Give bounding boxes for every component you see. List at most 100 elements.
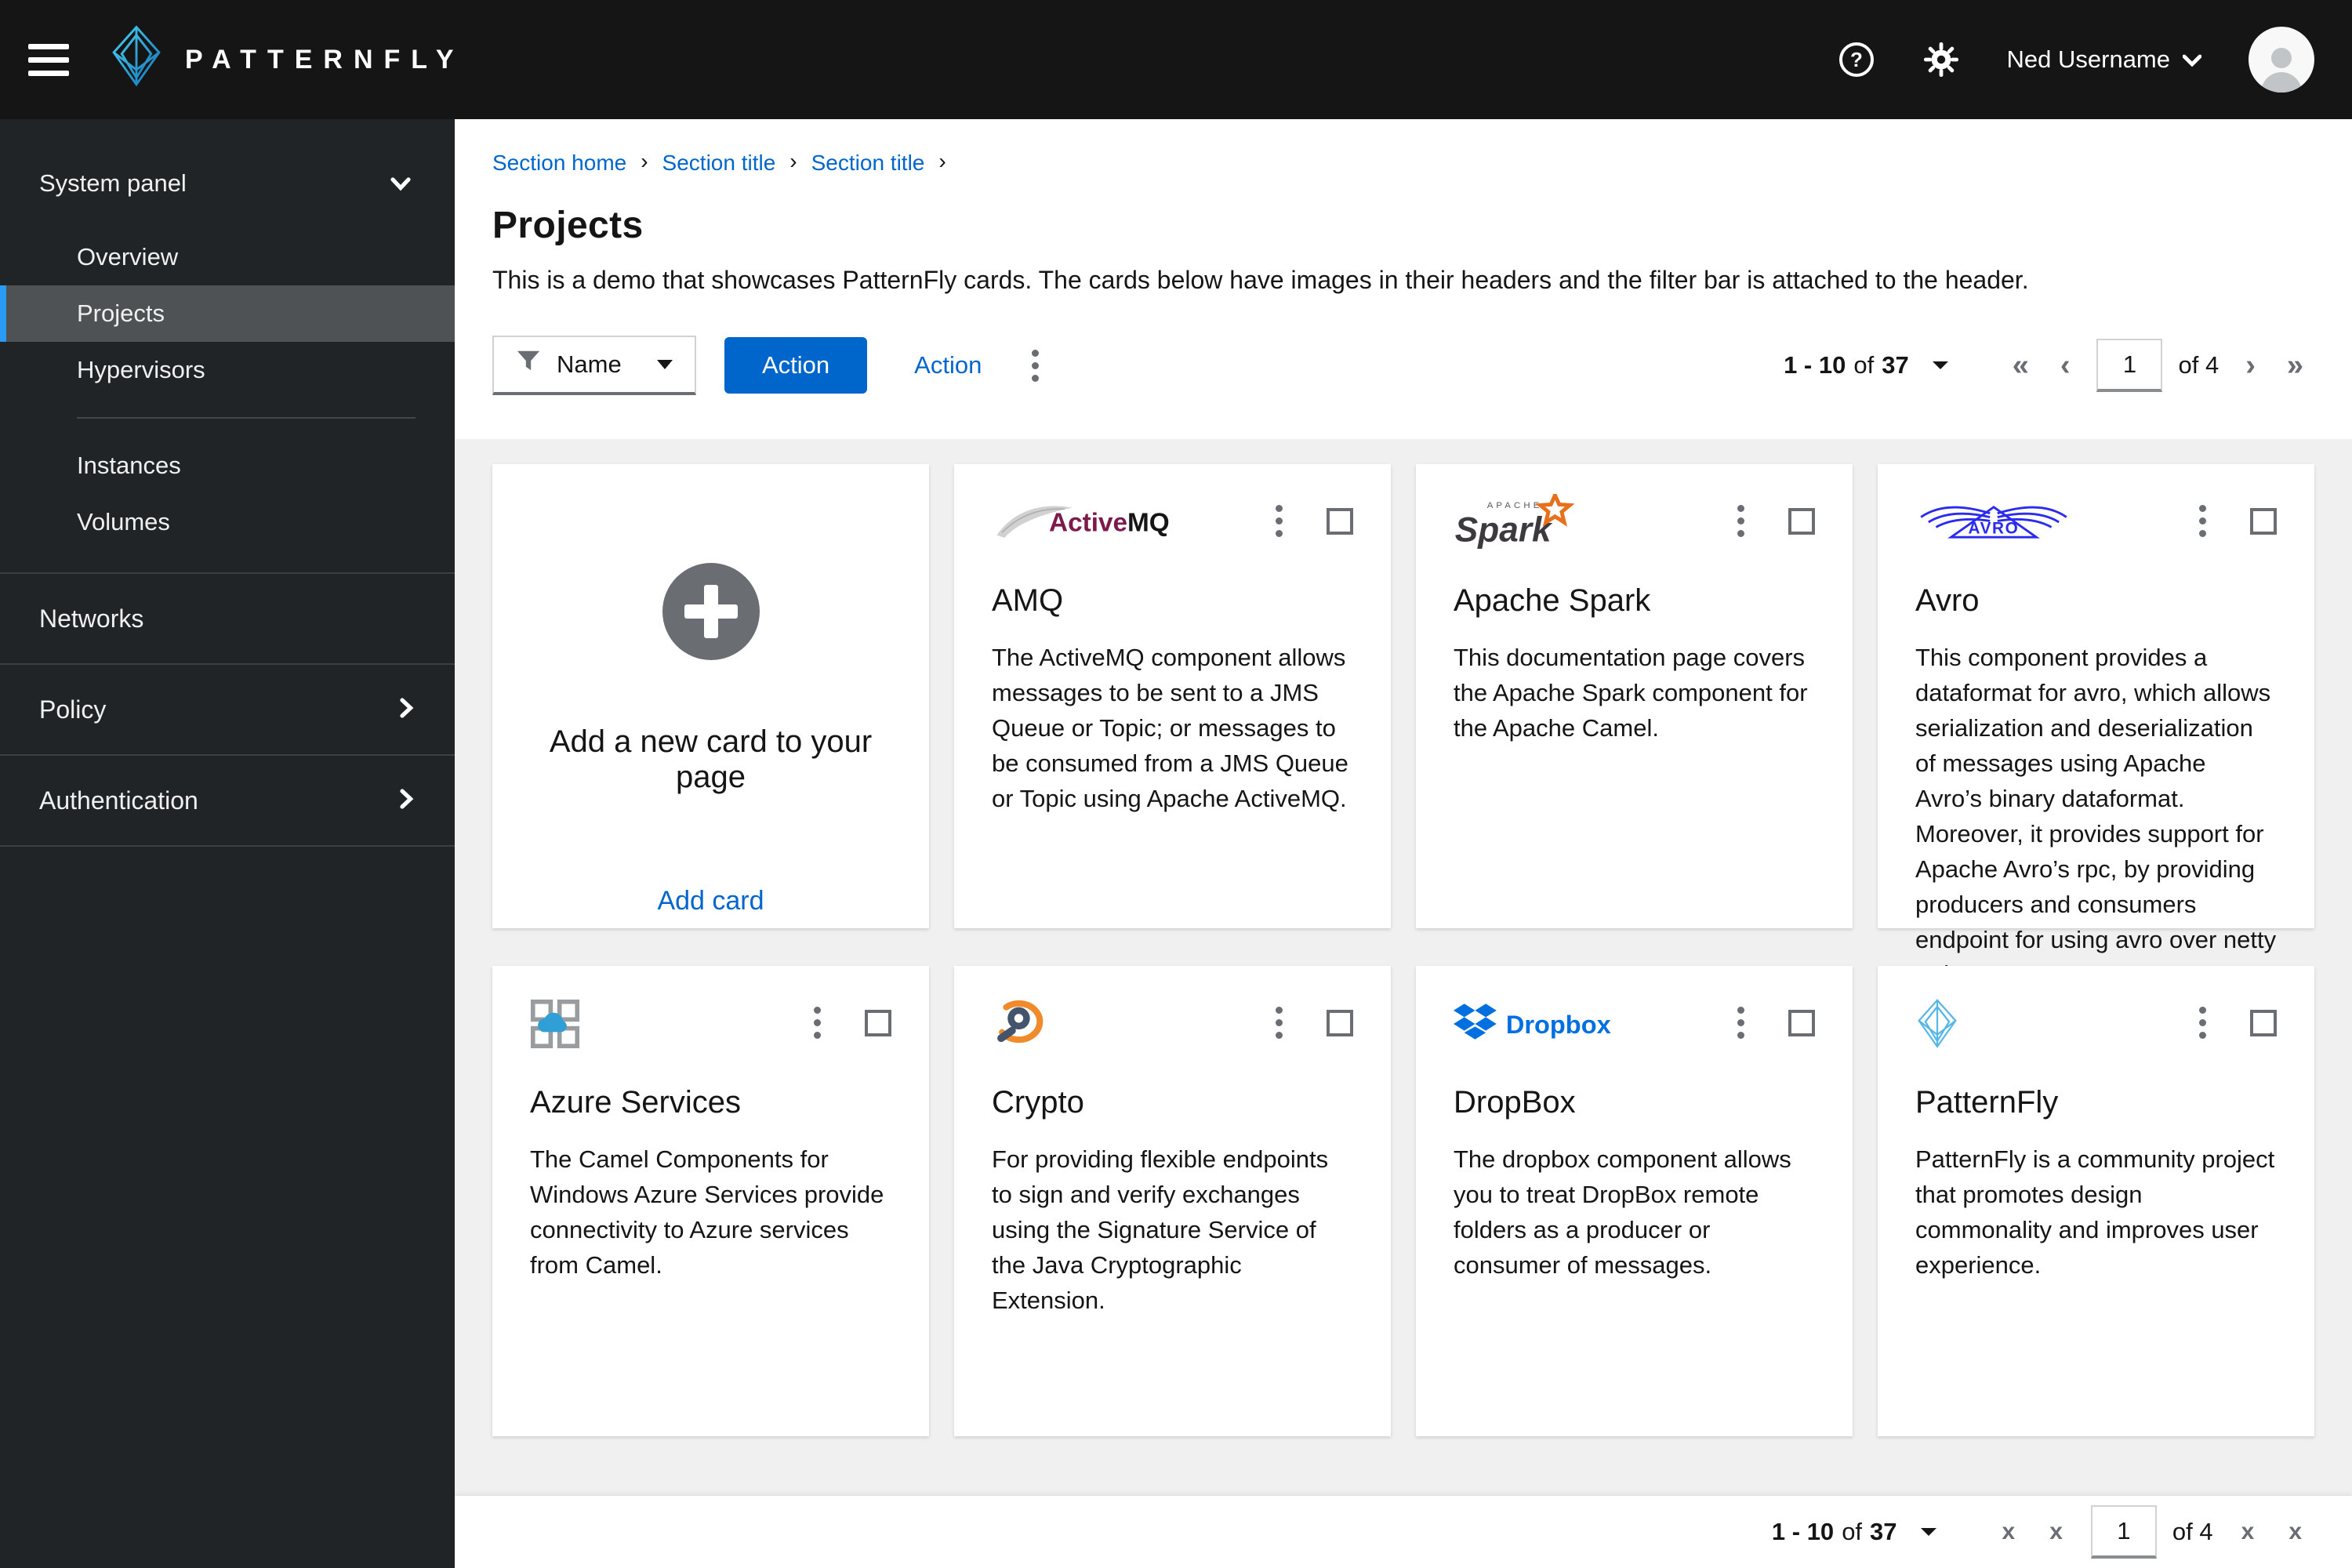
sidebar-item-policy[interactable]: Policy xyxy=(0,665,455,756)
svg-text:Dropbox: Dropbox xyxy=(1506,1011,1611,1039)
settings-gear-icon[interactable] xyxy=(1922,41,1960,78)
pagination-nav: x x of 4 x x xyxy=(1990,1505,2314,1559)
card-description: This component provides a dataformat for… xyxy=(1915,644,2277,988)
chevron-right-icon xyxy=(400,786,414,815)
action-link-button[interactable]: Action xyxy=(914,351,982,379)
sidebar-item-projects[interactable]: Projects xyxy=(0,285,455,342)
sidebar-item-label: Instances xyxy=(77,452,181,479)
funnel-icon xyxy=(516,350,541,379)
sidebar-subnav: Instances Volumes xyxy=(0,437,455,550)
card-kebab-menu-icon[interactable] xyxy=(804,997,830,1048)
plus-circle-icon[interactable] xyxy=(661,561,761,668)
current-page-input[interactable] xyxy=(2096,339,2163,392)
project-card-azure-services: Azure Services The Camel Components for … xyxy=(492,966,929,1436)
help-question-circle-icon[interactable]: ? xyxy=(1838,41,1875,78)
pagination-bottom: 1 - 10 of 37 x x of 4 x x xyxy=(1772,1505,2314,1559)
page-header: Section home › Section title › Section t… xyxy=(455,119,2352,295)
patternfly-card-logo xyxy=(1915,997,1959,1051)
total-pages-label: of 4 xyxy=(2172,1518,2213,1545)
svg-text:?: ? xyxy=(1850,48,1863,71)
last-page-button[interactable]: » xyxy=(2276,347,2314,383)
dropbox-logo: Dropbox xyxy=(1454,997,1642,1051)
sidebar-section-system-panel[interactable]: System panel xyxy=(0,154,455,213)
card-title: Avro xyxy=(1915,583,1980,618)
project-card-crypto: Crypto For providing flexible endpoints … xyxy=(954,966,1391,1436)
sidebar-item-networks[interactable]: Networks xyxy=(0,574,455,665)
add-card-title: Add a new card to your page xyxy=(549,724,873,794)
card-title: DropBox xyxy=(1454,1085,1576,1120)
toolbar: Name Action Action 1 - 10 of 37 « ‹ 1 of… xyxy=(455,295,2352,439)
sidebar-item-authentication[interactable]: Authentication xyxy=(0,756,455,847)
pagination-bottom-bar: 1 - 10 of 37 x x of 4 x x xyxy=(455,1496,2352,1568)
sidebar-item-hypervisors[interactable]: Hypervisors xyxy=(0,342,455,398)
pagination-range: 1 - 10 xyxy=(1771,1518,1835,1545)
breadcrumb: Section home › Section title › Section t… xyxy=(492,149,2314,176)
pagination-summary-dropdown[interactable]: 1 - 10 of 37 xyxy=(1784,351,1948,379)
last-page-button-broken-icon[interactable]: x xyxy=(2276,1515,2314,1548)
card-checkbox[interactable] xyxy=(865,1009,891,1036)
filter-name-select[interactable]: Name xyxy=(492,336,696,395)
sidebar-item-label: Volumes xyxy=(77,508,170,535)
sidebar-item-instances[interactable]: Instances xyxy=(0,437,455,494)
card-title: PatternFly xyxy=(1915,1085,2059,1120)
card-checkbox[interactable] xyxy=(2250,1009,2277,1036)
breadcrumb-link[interactable]: Section home xyxy=(492,151,626,176)
previous-page-button[interactable]: ‹ xyxy=(2049,347,2082,383)
page-title: Projects xyxy=(492,205,644,246)
sidebar-item-overview[interactable]: Overview xyxy=(0,229,455,285)
svg-text:AVRO: AVRO xyxy=(1969,519,2020,537)
sidebar-item-volumes[interactable]: Volumes xyxy=(0,494,455,550)
user-menu-dropdown[interactable]: Ned Username xyxy=(2006,45,2202,74)
current-page-input[interactable] xyxy=(2090,1505,2157,1559)
avro-logo: AVRO xyxy=(1915,495,2072,549)
breadcrumb-separator-icon: › xyxy=(938,149,946,173)
pagination-nav: « ‹ of 4 › » xyxy=(2002,339,2314,392)
pagination-top: 1 - 10 of 37 « ‹ of 4 › » xyxy=(1784,339,2314,392)
card-kebab-menu-icon[interactable] xyxy=(2190,997,2216,1048)
first-page-button-broken-icon[interactable]: x xyxy=(1990,1515,2028,1548)
card-checkbox[interactable] xyxy=(1327,507,1353,535)
chevron-down-icon xyxy=(390,169,411,198)
breadcrumb-separator-icon: › xyxy=(789,149,797,173)
card-checkbox[interactable] xyxy=(1327,1009,1353,1036)
pagination-of-label: of xyxy=(1853,351,1875,379)
caret-down-icon xyxy=(1920,1528,1936,1536)
breadcrumb-link[interactable]: Section title xyxy=(662,151,776,176)
project-card-patternfly: PatternFly PatternFly is a community pro… xyxy=(1878,966,2314,1436)
card-checkbox[interactable] xyxy=(1788,507,1815,535)
sidebar-item-label: Policy xyxy=(39,695,107,724)
add-card-link[interactable]: Add card xyxy=(657,886,764,916)
user-avatar[interactable] xyxy=(2249,27,2314,93)
pagination-summary-dropdown[interactable]: 1 - 10 of 37 xyxy=(1772,1518,1936,1546)
next-page-button-broken-icon[interactable]: x xyxy=(2229,1515,2267,1548)
sidebar-item-label: Authentication xyxy=(39,786,198,815)
nav-toggle-hamburger-icon[interactable] xyxy=(28,43,69,76)
svg-text:Spark: Spark xyxy=(1455,511,1553,550)
patternfly-diamond-logo-icon xyxy=(110,24,163,96)
card-title: Crypto xyxy=(992,1085,1084,1120)
toolbar-kebab-menu-icon[interactable] xyxy=(1022,340,1048,391)
brand-name: PATTERNFLY xyxy=(185,44,465,74)
previous-page-button-broken-icon[interactable]: x xyxy=(2037,1515,2075,1548)
sidebar-item-label: Overview xyxy=(77,243,179,270)
card-kebab-menu-icon[interactable] xyxy=(1266,997,1292,1048)
project-card-avro: AVRO Avro This component provides a data… xyxy=(1878,464,2314,988)
card-kebab-menu-icon[interactable] xyxy=(1266,495,1292,546)
card-checkbox[interactable] xyxy=(2250,507,2277,535)
next-page-button[interactable]: › xyxy=(2234,347,2267,383)
card-checkbox[interactable] xyxy=(1788,1009,1815,1036)
card-title: Azure Services xyxy=(530,1085,741,1120)
card-kebab-menu-icon[interactable] xyxy=(2190,495,2216,546)
user-name: Ned Username xyxy=(2006,45,2170,73)
application-window: PATTERNFLY ? Ned Username System panel O… xyxy=(0,0,2352,1568)
breadcrumb-link[interactable]: Section title xyxy=(811,151,925,176)
card-kebab-menu-icon[interactable] xyxy=(1728,997,1754,1048)
pagination-of-label: of xyxy=(1842,1518,1863,1545)
sidebar-divider xyxy=(77,417,416,419)
project-card-apache-spark: APACHE Spark Apache Spark This documenta… xyxy=(1416,464,1853,928)
first-page-button[interactable]: « xyxy=(2002,347,2040,383)
action-primary-button[interactable]: Action xyxy=(724,337,868,394)
pagination-total: 37 xyxy=(1870,1518,1897,1545)
card-kebab-menu-icon[interactable] xyxy=(1728,495,1754,546)
card-description: The dropbox component allows you to trea… xyxy=(1454,1145,1791,1279)
